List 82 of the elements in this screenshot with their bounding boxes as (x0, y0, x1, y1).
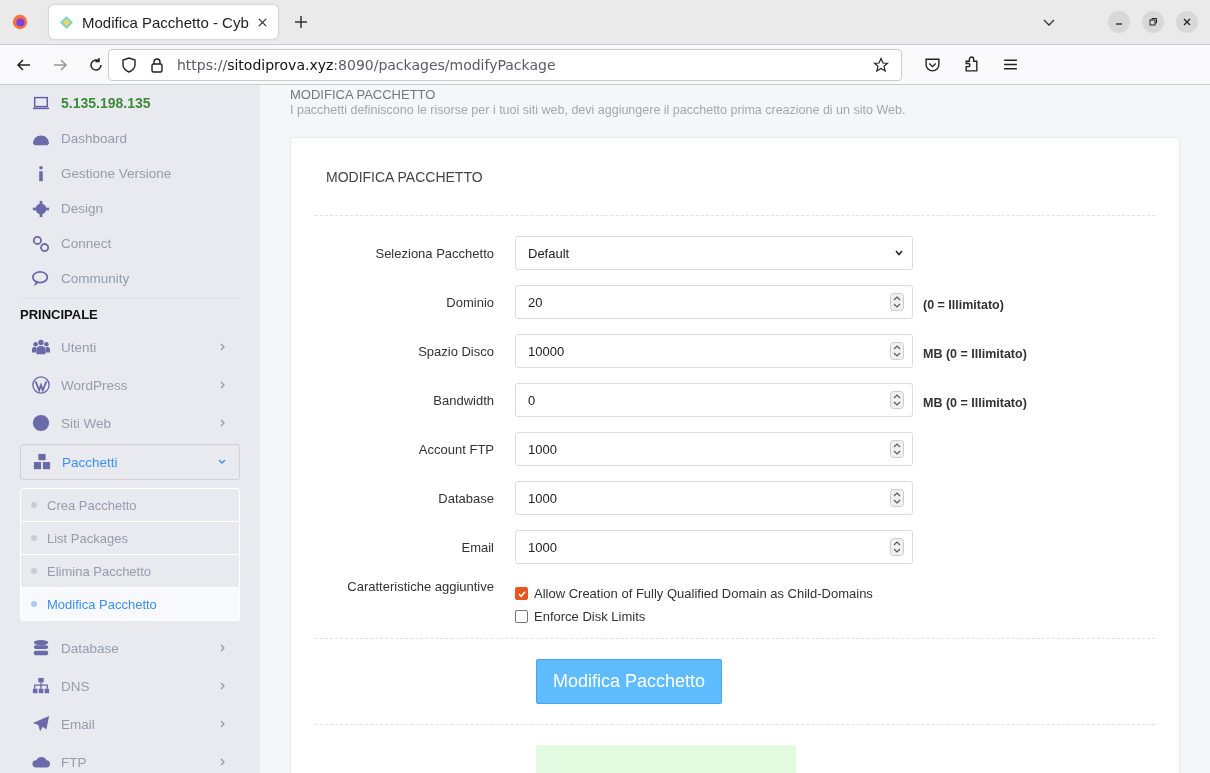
checkbox[interactable] (515, 587, 528, 600)
sidebar-item[interactable]: Community (20, 261, 240, 296)
sidebar-item[interactable]: Email (20, 705, 240, 743)
number-field[interactable]: 10000 (515, 334, 913, 368)
lock-icon (149, 56, 165, 73)
page-description: I pacchetti definiscono le risorse per i tuoi siti web, devi aggiungere il pacchetto prima creazione di un sito Web. (290, 103, 907, 117)
field-label: Dominio (445, 294, 495, 310)
spinner-icon[interactable] (890, 342, 904, 360)
paper-plane-icon (32, 715, 50, 733)
field-label: Account FTP (417, 441, 495, 457)
caret-icon (894, 248, 904, 258)
star-icon[interactable] (873, 56, 889, 73)
sitemap-icon (32, 677, 50, 695)
number-field[interactable]: 1000 (515, 481, 913, 515)
spinner-icon[interactable] (890, 538, 904, 556)
number-field[interactable]: 1000 (515, 432, 913, 466)
field-label: Spazio Disco (417, 343, 495, 359)
sidebar-item[interactable]: Database (20, 629, 240, 667)
number-field[interactable]: 20 (515, 285, 913, 319)
sidebar-item[interactable]: Gestione Versione (20, 156, 240, 191)
spinner-icon[interactable] (890, 391, 904, 409)
reload-icon[interactable] (88, 56, 104, 73)
card-title: MODIFICA PACCHETTO (325, 168, 484, 187)
sidebar-item[interactable]: Utenti (20, 328, 240, 366)
shield-icon (121, 56, 137, 73)
number-field[interactable]: 0 (515, 383, 913, 417)
select-field[interactable]: Default (515, 236, 913, 270)
url-text: https://sitodiprova.xyz:8090/packages/modifyPackage (177, 56, 556, 73)
sidebar-item[interactable]: FTP (20, 743, 240, 773)
field-label: Email (460, 539, 495, 555)
checkbox-label: Enforce Disk Limits (534, 609, 646, 624)
sidebar-item[interactable]: Connect (20, 226, 240, 261)
close-icon[interactable] (256, 16, 268, 28)
field-hint: MB (0 = Illimitato) (923, 396, 1027, 410)
number-field[interactable]: 1000 (515, 530, 913, 564)
field-label: Bandwidth (432, 392, 495, 408)
sidebar-item[interactable]: Dashboard (20, 121, 240, 156)
wordpress-icon (32, 376, 50, 394)
spinner-icon[interactable] (890, 489, 904, 507)
chat-icon (32, 269, 50, 288)
close-icon (1182, 17, 1192, 27)
restore-button[interactable] (1142, 11, 1164, 33)
pocket-icon[interactable] (924, 56, 941, 73)
sidebar-item[interactable]: Design (20, 191, 240, 226)
field-hint: (0 = Illimitato) (923, 298, 1004, 312)
checkbox-label: Allow Creation of Fully Qualified Domain as Child-Domains (534, 586, 873, 601)
minimize-button[interactable] (1108, 11, 1130, 33)
spinner-icon[interactable] (890, 293, 904, 311)
firefox-icon[interactable] (11, 13, 29, 31)
back-icon[interactable] (16, 56, 32, 73)
plus-icon[interactable] (293, 15, 308, 29)
site-icon (59, 14, 74, 30)
forward-icon[interactable] (52, 56, 68, 73)
restore-icon (1148, 17, 1158, 27)
checkbox[interactable] (515, 610, 528, 623)
cubes-icon (33, 453, 51, 471)
settings-icon (32, 199, 50, 218)
puzzle-icon[interactable] (963, 56, 980, 73)
field-hint: MB (0 = Illimitato) (923, 347, 1027, 361)
submenu-item[interactable]: Crea Pacchetto (21, 489, 239, 522)
sidebar-item[interactable]: Pacchetti (20, 444, 240, 480)
close-button[interactable] (1176, 11, 1198, 33)
users-icon (32, 338, 50, 356)
section-heading: PRINCIPALE (20, 298, 240, 328)
laptop-icon (32, 94, 50, 112)
sidebar-item[interactable]: Siti Web (20, 404, 240, 442)
submenu-item[interactable]: List Packages (21, 522, 239, 555)
link-icon (32, 234, 50, 253)
sidebar-item[interactable]: WordPress (20, 366, 240, 404)
info-icon (39, 164, 43, 183)
field-label: Database (437, 490, 495, 506)
address-bar[interactable]: https://sitodiprova.xyz:8090/packages/modifyPackage (108, 48, 902, 81)
server-ip: 5.135.198.135 (61, 95, 151, 111)
submenu-item[interactable]: Modifica Pacchetto (21, 588, 239, 620)
sidebar-item[interactable]: DNS (20, 667, 240, 705)
field-label: Caratteristiche aggiuntive (346, 579, 495, 594)
database-icon (32, 639, 50, 657)
page-title: MODIFICA PACCHETTO (290, 87, 437, 102)
browser-tab[interactable]: Modifica Pacchetto - Cyb (49, 5, 278, 39)
spinner-icon[interactable] (890, 440, 904, 458)
field-label: Seleziona Pacchetto (374, 245, 495, 261)
submit-button[interactable]: Modifica Pacchetto (536, 659, 723, 704)
